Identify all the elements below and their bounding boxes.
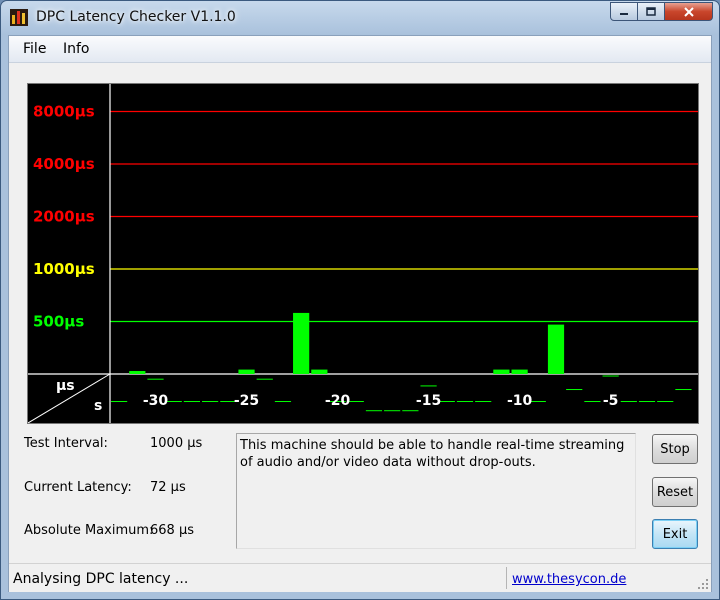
latency-bar bbox=[547, 324, 565, 374]
latency-bar bbox=[620, 401, 637, 403]
close-button[interactable] bbox=[665, 2, 713, 21]
app-window: DPC Latency Checker V1.1.0 File Info 160… bbox=[0, 0, 720, 600]
stop-button[interactable]: Stop bbox=[652, 434, 698, 464]
latency-bar bbox=[147, 378, 164, 380]
y-tick-label: 500µs bbox=[33, 313, 84, 331]
latency-bar bbox=[365, 410, 383, 412]
menu-file[interactable]: File bbox=[19, 40, 50, 58]
latency-bar bbox=[293, 312, 310, 374]
latency-bar bbox=[238, 369, 255, 374]
latency-bar bbox=[475, 401, 492, 403]
window-title: DPC Latency Checker V1.1.0 bbox=[36, 9, 236, 25]
close-icon bbox=[683, 6, 694, 17]
corner-unit-us: µs bbox=[56, 378, 75, 394]
y-tick-label: 2000µs bbox=[33, 208, 95, 226]
latency-bar bbox=[511, 369, 528, 374]
latency-bar bbox=[402, 410, 419, 412]
latency-bar bbox=[456, 401, 474, 403]
x-tick-label: -10 bbox=[507, 393, 533, 409]
website-link[interactable]: www.thesycon.de bbox=[512, 572, 626, 587]
latency-graph: 16000µs8000µs4000µs2000µs1000µs500µsµss-… bbox=[27, 83, 699, 424]
latency-bar bbox=[384, 410, 401, 412]
latency-bar bbox=[129, 371, 146, 374]
title-bar[interactable]: DPC Latency Checker V1.1.0 bbox=[1, 1, 719, 35]
absolute-maximum-label: Absolute Maximum: bbox=[24, 523, 154, 538]
x-tick-label: -20 bbox=[325, 393, 351, 409]
latency-chart-svg: 16000µs8000µs4000µs2000µs1000µs500µsµss-… bbox=[28, 84, 698, 423]
y-tick-label: 8000µs bbox=[33, 103, 95, 121]
latency-bar bbox=[493, 369, 510, 374]
y-tick-label: 1000µs bbox=[33, 260, 95, 278]
latency-bar bbox=[256, 378, 273, 380]
test-interval-value: 1000 µs bbox=[150, 436, 203, 451]
latency-bar bbox=[638, 401, 656, 403]
minimize-icon bbox=[620, 12, 628, 15]
latency-bar bbox=[566, 389, 583, 391]
reset-button[interactable]: Reset bbox=[652, 477, 698, 507]
latency-bar bbox=[183, 401, 201, 403]
minimize-button[interactable] bbox=[610, 2, 638, 21]
caption-buttons bbox=[610, 2, 713, 21]
corner-unit-s: s bbox=[94, 398, 102, 414]
x-tick-label: -15 bbox=[416, 393, 441, 409]
current-latency-value: 72 µs bbox=[150, 480, 186, 495]
menu-bar: File Info bbox=[9, 36, 711, 63]
x-tick-label: -30 bbox=[143, 393, 169, 409]
status-bar: Analysing DPC latency ... www.thesycon.d… bbox=[9, 563, 711, 592]
latency-bar bbox=[675, 389, 692, 391]
resize-grip-icon[interactable] bbox=[697, 578, 709, 590]
current-latency-label: Current Latency: bbox=[24, 480, 132, 495]
latency-bar bbox=[584, 401, 601, 403]
x-tick-label: -25 bbox=[234, 393, 259, 409]
latency-bar bbox=[111, 401, 128, 403]
latency-bar bbox=[202, 401, 219, 403]
y-tick-label: 4000µs bbox=[33, 155, 95, 173]
status-message: This machine should be able to handle re… bbox=[236, 433, 636, 549]
latency-bar bbox=[274, 401, 292, 403]
status-text: Analysing DPC latency ... bbox=[13, 571, 189, 587]
latency-bar bbox=[420, 385, 437, 387]
bar-chart-app-icon bbox=[10, 9, 28, 26]
status-separator bbox=[506, 567, 507, 589]
maximize-icon bbox=[646, 6, 656, 16]
latency-bar bbox=[657, 401, 674, 403]
latency-bar bbox=[311, 369, 328, 374]
maximize-button[interactable] bbox=[638, 2, 665, 21]
client-area: File Info 16000µs8000µs4000µs2000µs1000µ… bbox=[8, 35, 712, 592]
absolute-maximum-value: 668 µs bbox=[150, 523, 194, 538]
x-tick-label: -5 bbox=[603, 393, 619, 409]
test-interval-label: Test Interval: bbox=[24, 436, 108, 451]
exit-button[interactable]: Exit bbox=[652, 519, 698, 549]
latency-bar bbox=[602, 375, 619, 377]
menu-info[interactable]: Info bbox=[59, 40, 94, 58]
